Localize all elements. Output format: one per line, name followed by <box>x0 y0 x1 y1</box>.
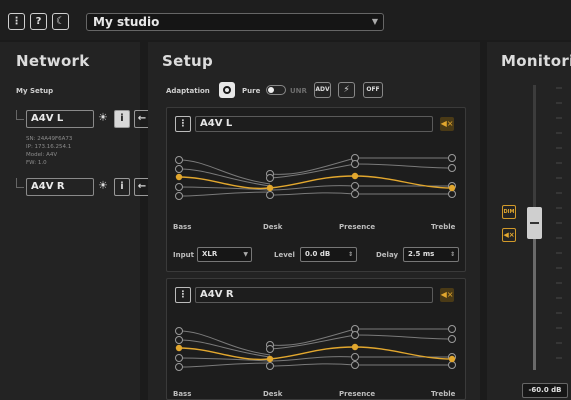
studio-select-value: My studio <box>93 15 160 29</box>
unr-label: UNR <box>290 87 307 95</box>
delay-stepper-value: 2.5 ms <box>408 250 435 258</box>
volume-level-display: -60.0 dB <box>522 383 568 398</box>
info-icon: i <box>120 113 124 124</box>
chevron-down-icon: ▼ <box>371 17 378 26</box>
device-ip: IP: 173.16.254.1 <box>26 144 72 150</box>
eq-point-bass[interactable] <box>175 173 183 181</box>
input-select[interactable]: XLR ▼ <box>197 247 252 262</box>
device-name-right[interactable]: A4V R <box>26 178 94 196</box>
device-name-left[interactable]: A4V L <box>26 110 94 128</box>
lightning-icon: ⚡ <box>343 85 350 95</box>
band-label-desk: Desk <box>263 390 283 398</box>
kebab-menu-icon: ⋮ <box>178 119 188 129</box>
device-fw: FW: 1.0 <box>26 160 47 166</box>
band-label-desk: Desk <box>263 223 283 231</box>
level-label: Level <box>274 251 295 259</box>
pure-unr-toggle[interactable] <box>266 85 286 95</box>
network-panel: Network My Setup A4V L ☀ i ← SN: 24A49F6… <box>0 42 150 400</box>
pure-label: Pure <box>242 87 261 95</box>
level-stepper[interactable]: 0.0 dB ⇕ <box>300 247 357 262</box>
device-model: Model: A4V <box>26 152 58 158</box>
speaker-mute-icon[interactable]: ◀× <box>440 117 454 131</box>
moon-icon: ☾ <box>56 16 65 27</box>
stepper-arrows-icon: ⇕ <box>347 251 353 258</box>
network-title: Network <box>16 52 90 70</box>
eq-point-desk[interactable] <box>266 355 274 363</box>
identify-icon[interactable]: ☀ <box>98 111 108 124</box>
card-device-name[interactable]: A4V L <box>195 116 433 132</box>
target-icon <box>223 86 231 94</box>
eq-curve-graph <box>175 325 456 371</box>
adaptation-target-button[interactable] <box>219 82 235 98</box>
top-bar: ⋮ ? ☾ My studio ▼ <box>0 0 571 40</box>
eq-curve-graph <box>175 154 456 200</box>
band-label-bass: Bass <box>173 223 192 231</box>
eq-point-desk[interactable] <box>266 184 274 192</box>
info-icon: i <box>120 181 124 192</box>
device-card-left: ⋮ A4V L ◀× Bass Desk Presence Treble Inp… <box>166 107 466 272</box>
dim-button[interactable]: DIM <box>502 205 516 219</box>
device-info-button[interactable]: i <box>114 110 130 128</box>
chevron-down-icon: ▼ <box>243 251 248 258</box>
device-info: SN: 24A49F6A73 IP: 173.16.254.1 Model: A… <box>26 135 72 167</box>
stepper-arrows-icon: ⇕ <box>449 251 455 258</box>
adaptation-label: Adaptation <box>166 87 210 95</box>
kebab-menu-icon: ⋮ <box>11 16 22 27</box>
delay-label: Delay <box>376 251 399 259</box>
arrow-left-icon: ← <box>137 181 147 192</box>
identify-icon[interactable]: ☀ <box>98 179 108 192</box>
volume-slider-fill <box>533 232 536 370</box>
band-label-treble: Treble <box>431 390 456 398</box>
help-button[interactable]: ? <box>30 13 47 30</box>
menu-button[interactable]: ⋮ <box>8 13 25 30</box>
eq-point-bass[interactable] <box>175 344 183 352</box>
theme-toggle-button[interactable]: ☾ <box>52 13 69 30</box>
device-card-right: ⋮ A4V R ◀× Bass Desk Presence Treble <box>166 278 466 400</box>
input-select-value: XLR <box>202 250 218 258</box>
eq-point-presence[interactable] <box>351 343 359 351</box>
volume-slider-handle[interactable] <box>527 207 542 239</box>
eq-point-treble[interactable] <box>448 184 456 192</box>
speaker-mute-icon[interactable]: ◀× <box>502 228 516 242</box>
studio-select[interactable]: My studio ▼ <box>86 13 384 31</box>
arrow-left-icon: ← <box>137 113 147 124</box>
band-label-treble: Treble <box>431 223 456 231</box>
adv-button[interactable]: ADV <box>314 82 331 98</box>
eq-point-treble[interactable] <box>448 355 456 363</box>
card-menu-button[interactable]: ⋮ <box>175 287 191 303</box>
volume-scale-ticks <box>556 87 562 359</box>
off-button[interactable]: OFF <box>363 82 383 98</box>
device-sn: SN: 24A49F6A73 <box>26 136 73 142</box>
band-label-presence: Presence <box>339 390 376 398</box>
card-device-name[interactable]: A4V R <box>195 287 433 303</box>
band-label-presence: Presence <box>339 223 376 231</box>
help-icon: ? <box>35 16 42 27</box>
input-label: Input <box>173 251 194 259</box>
kebab-menu-icon: ⋮ <box>178 290 188 300</box>
setup-title: Setup <box>162 52 214 70</box>
speaker-mute-icon[interactable]: ◀× <box>440 288 454 302</box>
card-menu-button[interactable]: ⋮ <box>175 116 191 132</box>
toggle-knob <box>268 87 274 93</box>
eq-point-presence[interactable] <box>351 172 359 180</box>
delay-stepper[interactable]: 2.5 ms ⇕ <box>403 247 459 262</box>
device-info-button[interactable]: i <box>114 178 130 196</box>
monitoring-title: Monitori <box>501 52 571 70</box>
level-stepper-value: 0.0 dB <box>305 250 331 258</box>
setup-label: My Setup <box>16 87 54 95</box>
flash-button[interactable]: ⚡ <box>338 82 355 98</box>
band-label-bass: Bass <box>173 390 192 398</box>
